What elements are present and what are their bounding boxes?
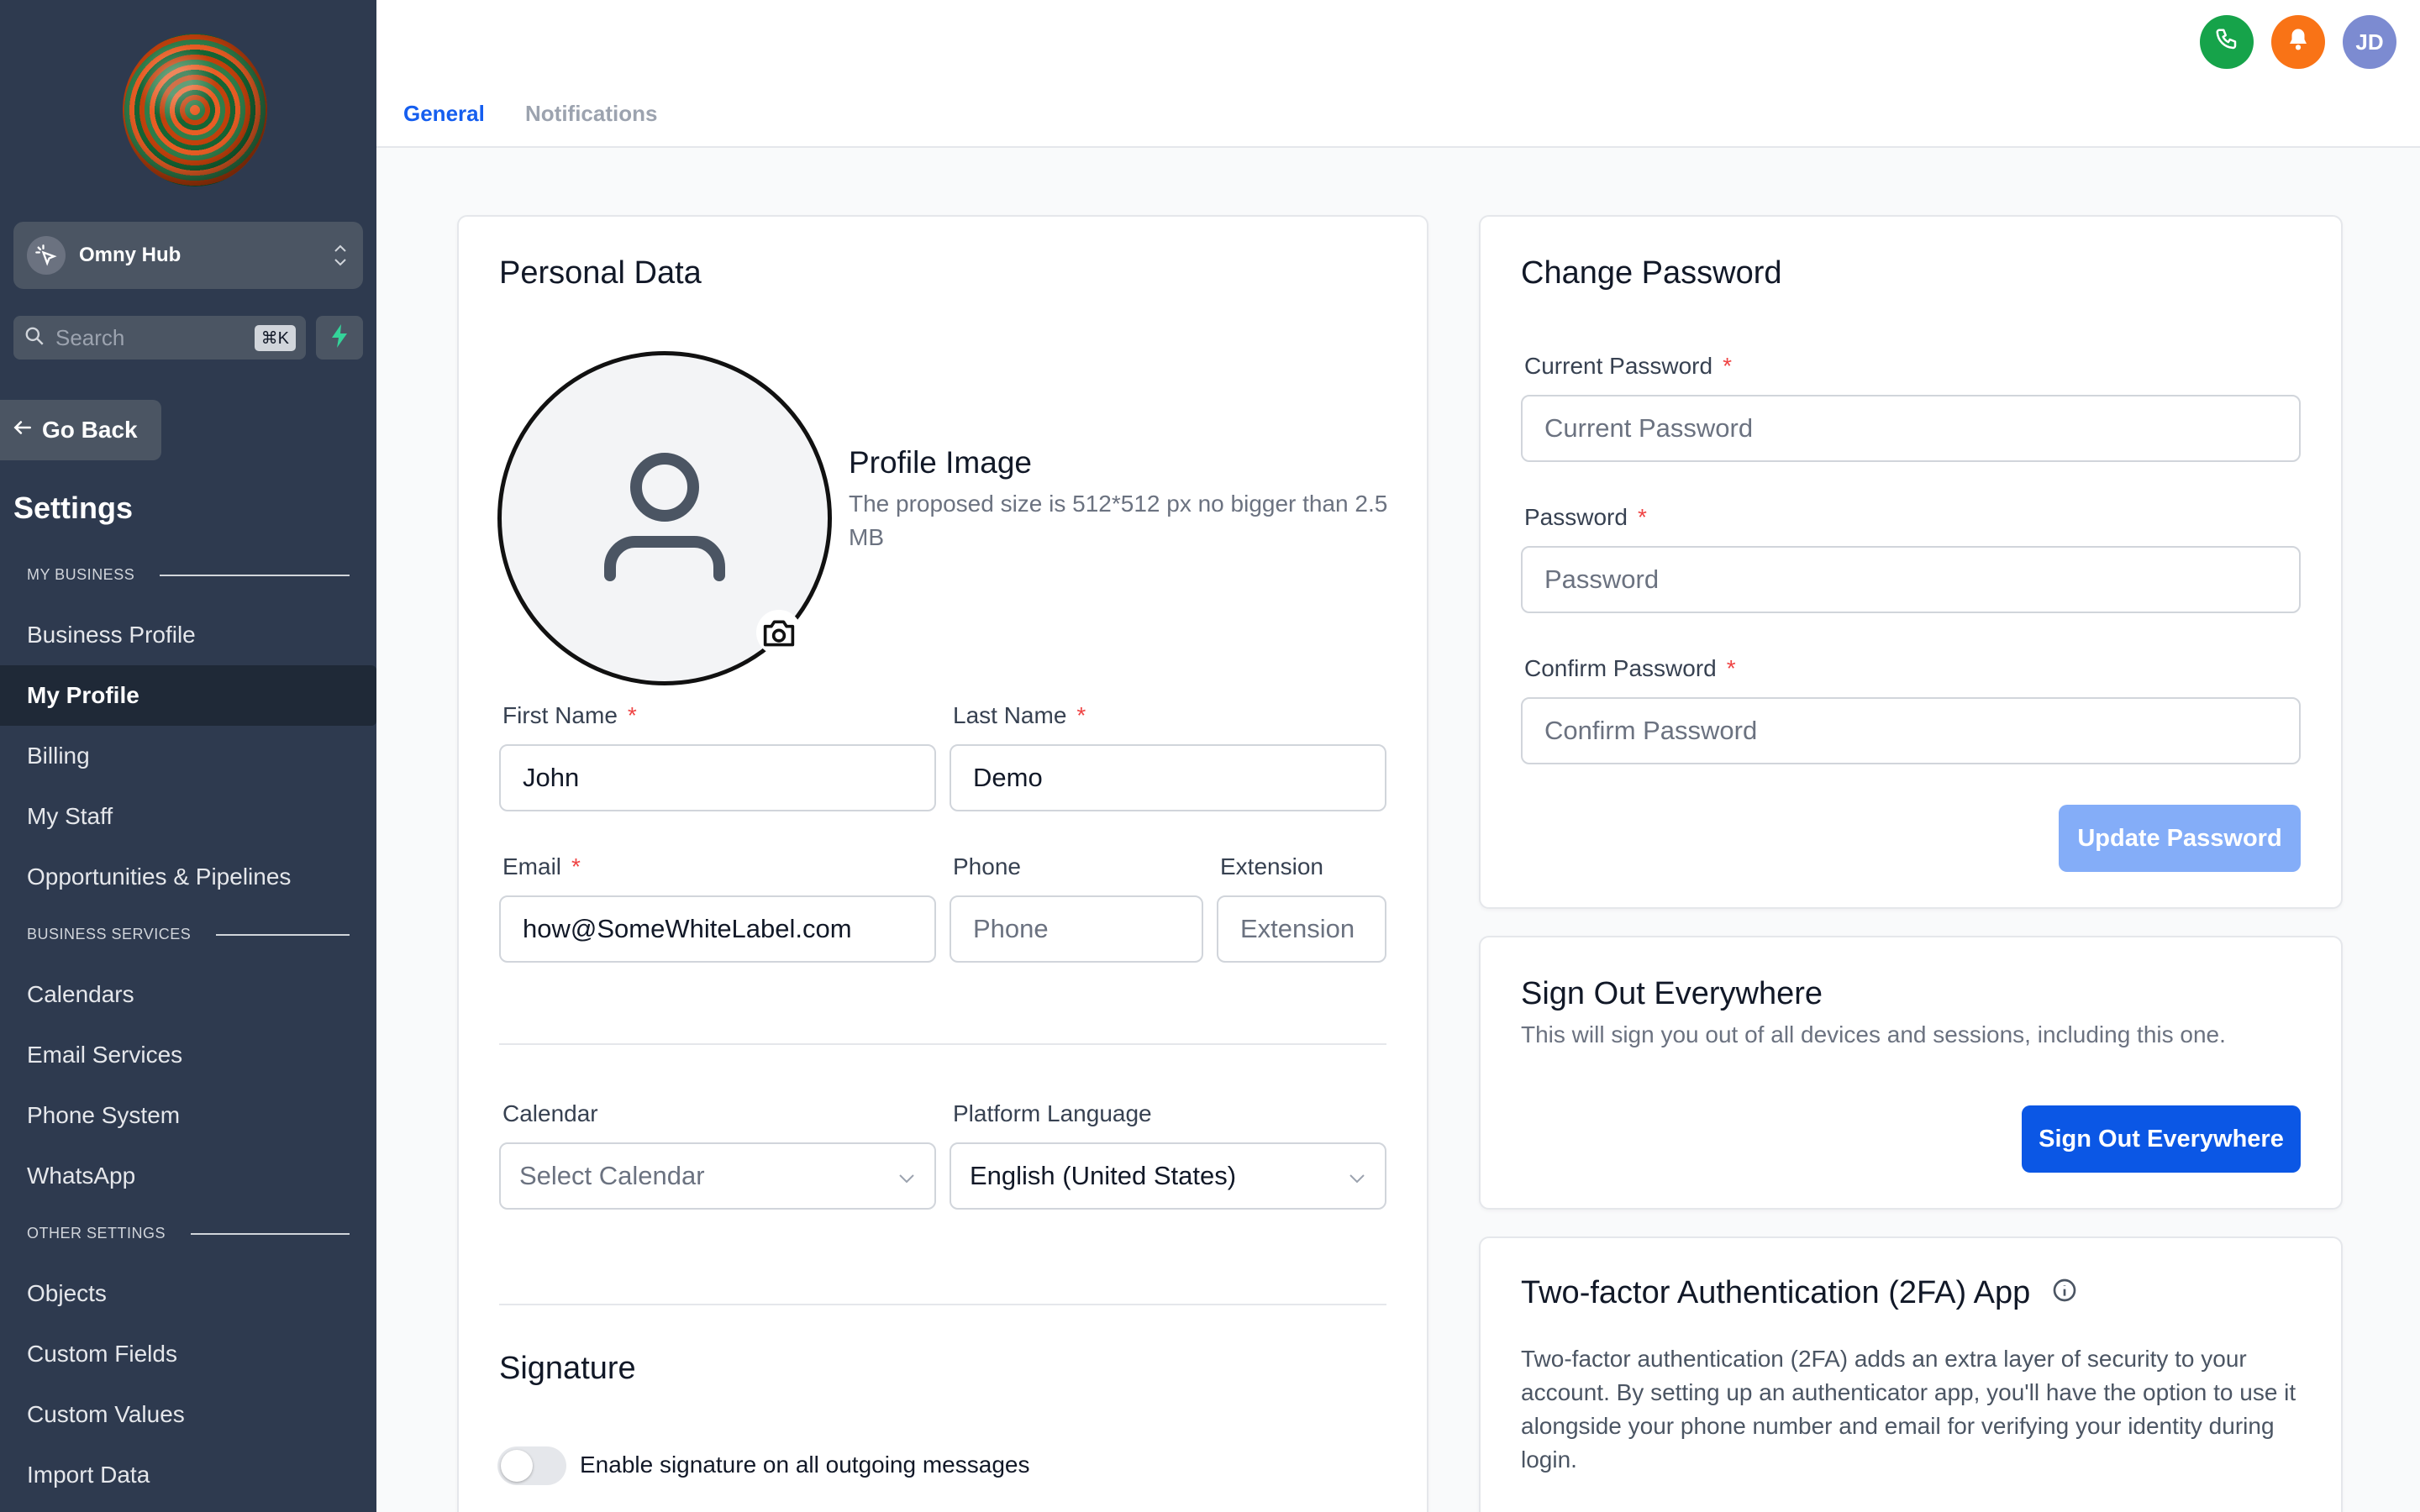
quick-action-button[interactable] xyxy=(316,316,363,360)
tab-general[interactable]: General xyxy=(403,101,485,127)
confirm-password-field[interactable] xyxy=(1521,697,2301,764)
signature-toggle-label: Enable signature on all outgoing message… xyxy=(580,1452,1030,1478)
sign-out-description: This will sign you out of all devices an… xyxy=(1521,1021,2226,1047)
signature-title: Signature xyxy=(499,1351,636,1386)
lightning-icon xyxy=(329,323,350,353)
platform-language-select[interactable]: English (United States) xyxy=(950,1142,1386,1210)
sidebar-item-import-data[interactable]: Import Data xyxy=(0,1445,376,1505)
phone-button[interactable] xyxy=(2200,15,2254,69)
confirm-password-label: Confirm Password * xyxy=(1524,655,1736,681)
section-other-settings: OTHER SETTINGS xyxy=(27,1225,350,1242)
last-name-label: Last Name * xyxy=(953,702,1086,728)
phone-field[interactable] xyxy=(950,895,1203,963)
sign-out-title: Sign Out Everywhere xyxy=(1521,976,1823,1011)
go-back-button[interactable]: Go Back xyxy=(0,400,161,460)
profile-image-title: Profile Image xyxy=(849,445,1032,480)
brand-logo xyxy=(123,34,267,186)
calendar-select[interactable]: Select Calendar xyxy=(499,1142,936,1210)
sidebar-item-my-profile[interactable]: My Profile xyxy=(0,665,376,726)
sidebar-item-opportunities-pipelines[interactable]: Opportunities & Pipelines xyxy=(0,847,376,907)
signature-toggle[interactable] xyxy=(497,1446,566,1485)
sidebar-item-objects[interactable]: Objects xyxy=(0,1263,376,1324)
profile-image-hint: The proposed size is 512*512 px no bigge… xyxy=(849,491,1388,550)
notifications-button[interactable] xyxy=(2271,15,2325,69)
two-factor-title: Two-factor Authentication (2FA) App xyxy=(1521,1275,2078,1312)
update-password-button[interactable]: Update Password xyxy=(2059,805,2301,872)
sidebar-item-billing[interactable]: Billing xyxy=(0,726,376,786)
calendar-label: Calendar xyxy=(502,1100,598,1126)
sign-out-everywhere-button[interactable]: Sign Out Everywhere xyxy=(2022,1105,2301,1173)
sidebar-item-calendars[interactable]: Calendars xyxy=(0,964,376,1025)
search-shortcut-badge: ⌘K xyxy=(254,324,296,351)
sidebar: Omny Hub Search ⌘K Go Back Settings MY B… xyxy=(0,0,376,1512)
platform-language-label: Platform Language xyxy=(953,1100,1152,1126)
camera-icon[interactable] xyxy=(756,610,802,655)
personal-data-title: Personal Data xyxy=(499,255,702,291)
first-name-label: First Name * xyxy=(502,702,637,728)
user-avatar[interactable]: JD xyxy=(2343,15,2396,69)
section-divider xyxy=(499,1043,1386,1045)
user-icon xyxy=(602,449,728,588)
sidebar-item-phone-system[interactable]: Phone System xyxy=(0,1085,376,1146)
section-business-services: BUSINESS SERVICES xyxy=(27,926,350,943)
password-label: Password * xyxy=(1524,504,1647,530)
sidebar-item-custom-values[interactable]: Custom Values xyxy=(0,1384,376,1445)
chevron-up-down-icon xyxy=(331,239,350,272)
search-input[interactable]: Search ⌘K xyxy=(13,316,306,360)
change-password-title: Change Password xyxy=(1521,255,1782,291)
settings-title: Settings xyxy=(13,491,134,525)
phone-label: Phone xyxy=(953,853,1021,879)
arrow-left-icon xyxy=(12,417,34,444)
tab-notifications[interactable]: Notifications xyxy=(525,101,657,127)
sidebar-item-custom-fields[interactable]: Custom Fields xyxy=(0,1324,376,1384)
password-field[interactable] xyxy=(1521,546,2301,613)
section-divider xyxy=(499,1304,1386,1305)
last-name-field[interactable] xyxy=(950,744,1386,811)
pointer-click-icon xyxy=(27,236,66,275)
top-bar: General Notifications JD xyxy=(376,0,2420,148)
bell-icon xyxy=(2286,27,2311,58)
account-name: Omny Hub xyxy=(79,244,182,266)
current-password-label: Current Password * xyxy=(1524,353,1732,379)
email-label: Email * xyxy=(502,853,581,879)
chevron-down-icon xyxy=(897,1161,916,1191)
extension-field[interactable] xyxy=(1217,895,1386,963)
sidebar-item-business-profile[interactable]: Business Profile xyxy=(0,605,376,665)
search-icon xyxy=(24,325,45,351)
sidebar-item-whatsapp[interactable]: WhatsApp xyxy=(0,1146,376,1206)
email-field[interactable] xyxy=(499,895,936,963)
section-my-business: MY BUSINESS xyxy=(27,566,350,584)
extension-label: Extension xyxy=(1220,853,1323,879)
search-placeholder: Search xyxy=(55,324,125,350)
current-password-field[interactable] xyxy=(1521,395,2301,462)
sidebar-item-email-services[interactable]: Email Services xyxy=(0,1025,376,1085)
chevron-down-icon xyxy=(1348,1161,1366,1191)
account-switcher[interactable]: Omny Hub xyxy=(13,222,363,289)
first-name-field[interactable] xyxy=(499,744,936,811)
toggle-knob xyxy=(501,1450,533,1482)
info-icon[interactable] xyxy=(2051,1276,2078,1312)
sidebar-item-my-staff[interactable]: My Staff xyxy=(0,786,376,847)
phone-icon xyxy=(2214,27,2239,58)
two-factor-description: Two-factor authentication (2FA) adds an … xyxy=(1521,1346,2296,1473)
